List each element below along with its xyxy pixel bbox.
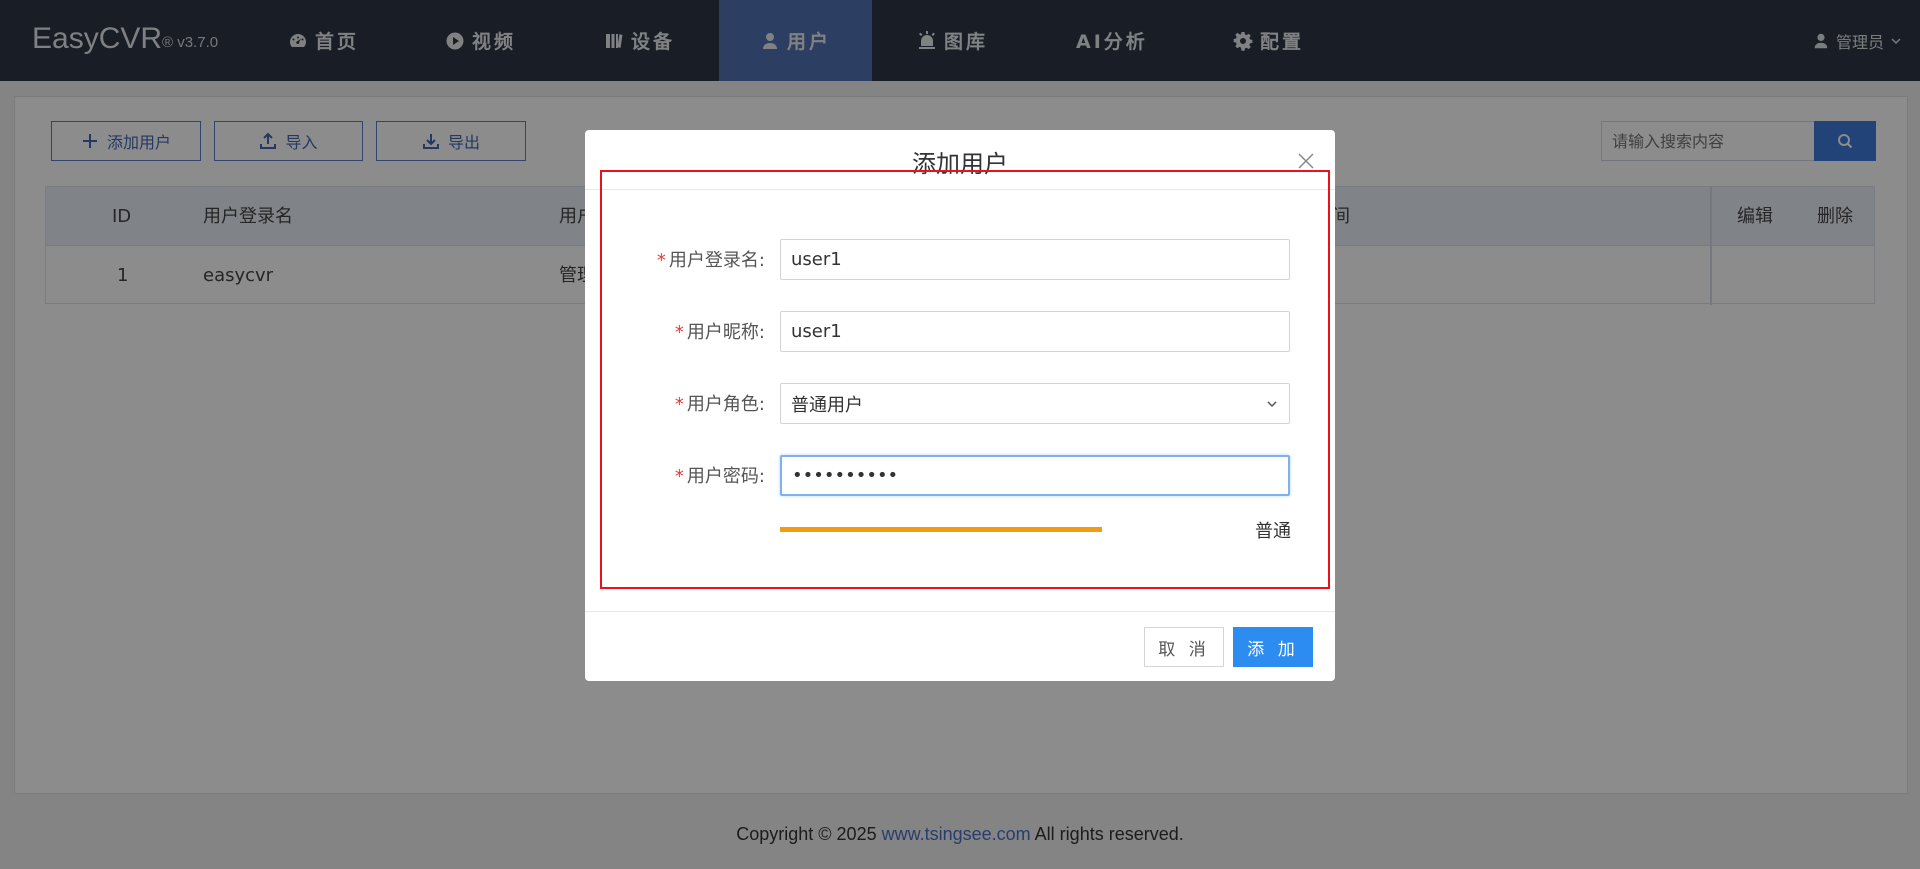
submit-button[interactable]: 添 加	[1233, 627, 1313, 667]
cancel-button[interactable]: 取 消	[1144, 627, 1224, 667]
close-icon[interactable]	[1297, 152, 1315, 170]
highlight-box	[600, 170, 1330, 589]
dialog-footer-divider	[585, 611, 1335, 612]
